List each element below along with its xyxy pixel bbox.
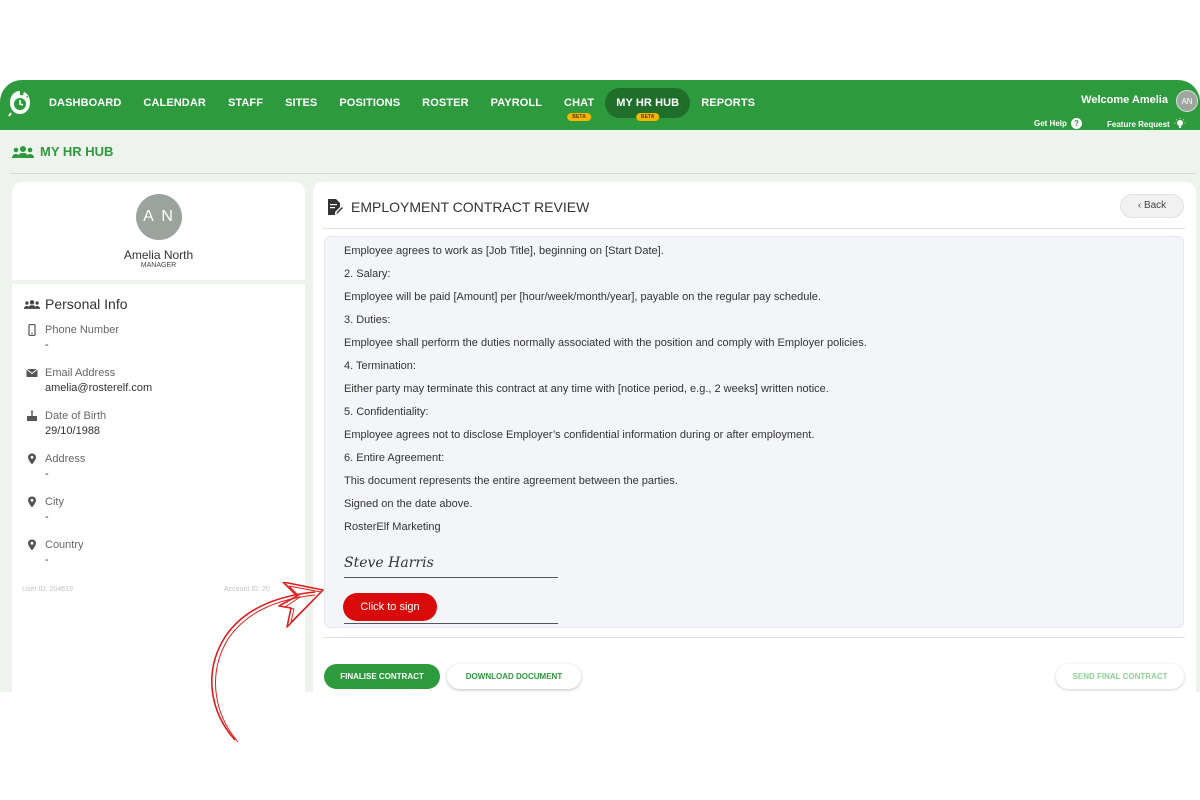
signature-line [344, 623, 558, 624]
field-label: Country [45, 539, 84, 551]
profile-role: MANAGER [140, 262, 177, 269]
user-avatar[interactable]: AN [1176, 90, 1198, 112]
annotation-arrow-icon [211, 582, 324, 743]
nav-chat[interactable]: CHAT BETA [553, 88, 605, 121]
finalise-contract-button[interactable]: FINALISE CONTRACT [324, 664, 440, 689]
field-value: - [45, 468, 49, 480]
contract-line: Employee shall perform the duties normal… [344, 337, 867, 349]
nav-dashboard[interactable]: DASHBOARD [38, 88, 132, 118]
field-label: Phone Number [45, 324, 119, 336]
divider [10, 173, 1196, 174]
rosterelf-logo-icon[interactable] [8, 89, 32, 117]
divider [323, 637, 1185, 638]
divider [323, 228, 1185, 229]
contract-line: Either party may terminate this contract… [344, 383, 829, 395]
field-value: amelia@rosterelf.com [45, 382, 153, 394]
field-label: Address [45, 453, 86, 465]
document-edit-icon [328, 199, 343, 215]
people-icon [12, 145, 34, 158]
welcome-text: Welcome Amelia [1081, 94, 1168, 106]
help-icon: ? [1070, 118, 1082, 129]
contract-line: 6. Entire Agreement: [344, 452, 445, 464]
get-help-label: Get Help [1034, 119, 1067, 128]
nav-positions[interactable]: POSITIONS [328, 88, 411, 118]
nav-chat-label: CHAT [564, 97, 595, 109]
mail-icon [26, 368, 38, 377]
page-header: MY HR HUB [12, 144, 113, 159]
beta-badge: BETA [635, 113, 660, 121]
field-label: City [45, 496, 64, 508]
employer-signature: Steve Harris [344, 555, 434, 571]
contract-heading: EMPLOYMENT CONTRACT REVIEW [327, 198, 589, 216]
chevron-left-icon: ‹ [1137, 200, 1142, 211]
get-help-link[interactable]: Get Help ? [1034, 118, 1082, 129]
nav-roster[interactable]: ROSTER [411, 88, 479, 118]
signature-line [344, 577, 558, 578]
beta-badge: BETA [567, 113, 591, 121]
contract-document: Employee agrees to work as [Job Title], … [324, 236, 1184, 628]
top-nav-bar: DASHBOARD CALENDAR STAFF SITES POSITIONS… [0, 80, 1200, 130]
contract-line: 2. Salary: [344, 268, 391, 280]
field-label: Date of Birth [45, 410, 107, 422]
contract-line: This document represents the entire agre… [344, 475, 678, 487]
field-label: Email Address [45, 367, 116, 379]
contract-line: Employee agrees to work as [Job Title], … [344, 245, 664, 257]
nav-reports[interactable]: REPORTS [690, 88, 766, 118]
user-id: User ID: 204619 [22, 586, 73, 593]
profile-avatar: A N [136, 194, 182, 240]
contract-line: Employee will be paid [Amount] per [hour… [344, 291, 821, 303]
field-value: - [45, 339, 49, 351]
nav-calendar[interactable]: CALENDAR [132, 88, 217, 118]
contract-line: 5. Confidentiality: [344, 406, 429, 418]
field-value: - [45, 511, 49, 523]
contract-line: 4. Termination: [344, 360, 416, 372]
contract-card: EMPLOYMENT CONTRACT REVIEW ‹ Back Employ… [313, 182, 1196, 692]
download-document-button[interactable]: DOWNLOAD DOCUMENT [447, 664, 581, 689]
personal-info-title: Personal Info [45, 296, 128, 312]
page-title: MY HR HUB [40, 144, 114, 159]
contract-line: Employee agrees not to disclose Employer… [344, 429, 815, 441]
cake-icon [27, 410, 37, 421]
nav-payroll[interactable]: PAYROLL [480, 88, 553, 118]
location-pin-icon [28, 496, 36, 508]
nav-staff[interactable]: STAFF [217, 88, 274, 118]
divider [12, 280, 305, 284]
contract-title: EMPLOYMENT CONTRACT REVIEW [351, 199, 590, 215]
back-button[interactable]: ‹ Back [1120, 194, 1184, 218]
field-value: 29/10/1988 [45, 425, 101, 437]
app-window: DASHBOARD CALENDAR STAFF SITES POSITIONS… [0, 80, 1200, 692]
people-icon [24, 299, 40, 309]
personal-info-heading: Personal Info [24, 296, 128, 312]
click-to-sign-button[interactable]: Click to sign [343, 593, 437, 621]
feature-request-link[interactable]: Feature Request [1107, 118, 1186, 130]
profile-name: Amelia North [123, 248, 194, 262]
send-final-contract-button[interactable]: SEND FINAL CONTRACT [1056, 664, 1184, 689]
contract-line: RosterElf Marketing [344, 521, 441, 533]
location-pin-icon [28, 453, 36, 465]
location-pin-icon [28, 539, 36, 551]
main-nav: DASHBOARD CALENDAR STAFF SITES POSITIONS… [38, 80, 766, 126]
feature-request-label: Feature Request [1107, 119, 1170, 129]
contract-line: 3. Duties: [344, 314, 391, 326]
phone-icon [28, 324, 36, 336]
contract-line: Signed on the date above. [344, 498, 473, 510]
back-label: Back [1143, 200, 1167, 211]
nav-my-hr-hub-label: MY HR HUB [616, 97, 680, 109]
nav-my-hr-hub[interactable]: MY HR HUB BETA [605, 88, 691, 121]
lightbulb-icon [1174, 118, 1186, 128]
nav-sites[interactable]: SITES [274, 88, 328, 118]
field-value: - [45, 554, 49, 566]
